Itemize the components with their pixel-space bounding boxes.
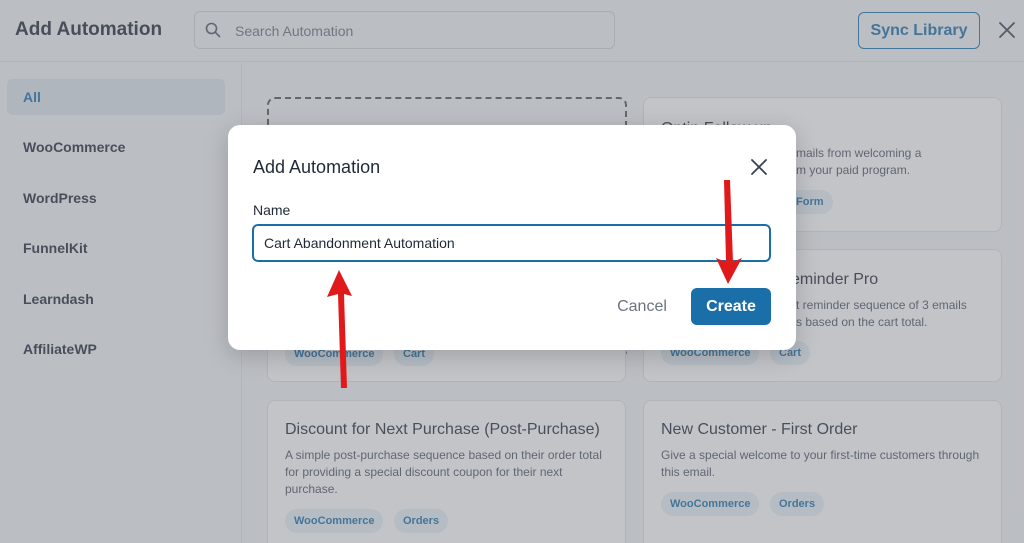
modal-close-icon[interactable] [750, 158, 768, 176]
dialog-title: Add Automation [253, 157, 381, 177]
cancel-button[interactable]: Cancel [606, 291, 678, 323]
add-automation-dialog: Add Automation Name Cancel Create [228, 125, 796, 350]
create-button[interactable]: Create [691, 288, 771, 325]
automation-name-input[interactable] [252, 224, 771, 262]
name-label: Name [253, 202, 291, 218]
